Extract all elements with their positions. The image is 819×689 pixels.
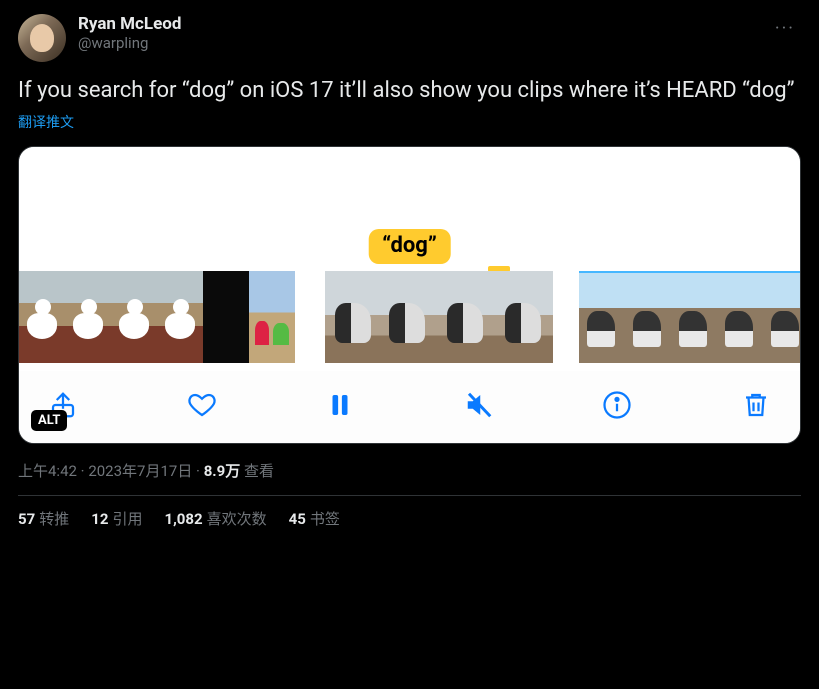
tweet-date[interactable]: 2023年7月17日 xyxy=(88,462,192,480)
author-names[interactable]: Ryan McLeod @warpling xyxy=(78,14,769,52)
clip-thumbnail[interactable] xyxy=(321,271,379,363)
divider xyxy=(18,495,801,496)
tweet-meta: 上午4:42 · 2023年7月17日 · 8.9万 查看 xyxy=(18,460,801,481)
heart-icon xyxy=(187,390,217,420)
like-button[interactable] xyxy=(184,387,220,423)
tweet-stats: 57转推 12引用 1,082喜欢次数 45书签 xyxy=(18,508,801,529)
clip-thumbnail[interactable] xyxy=(203,271,249,363)
clip-thumbnail[interactable] xyxy=(19,271,65,363)
clip-group[interactable] xyxy=(579,271,800,363)
avatar[interactable] xyxy=(18,14,66,62)
tweet-time[interactable]: 上午4:42 xyxy=(18,462,77,480)
clip-thumbnail[interactable] xyxy=(437,271,495,363)
mute-button[interactable] xyxy=(461,387,497,423)
quotes-stat[interactable]: 12引用 xyxy=(91,508,142,529)
clip-thumbnail[interactable] xyxy=(495,271,553,363)
clip-thumbnail[interactable] xyxy=(249,271,295,363)
handle: @warpling xyxy=(78,34,769,52)
translate-link[interactable]: 翻译推文 xyxy=(18,112,801,132)
clip-group[interactable] xyxy=(321,271,553,363)
pause-button[interactable] xyxy=(322,387,358,423)
alt-badge[interactable]: ALT xyxy=(31,410,67,431)
clip-thumbnail[interactable] xyxy=(157,271,203,363)
mute-icon xyxy=(464,390,494,420)
pause-icon xyxy=(325,390,355,420)
display-name: Ryan McLeod xyxy=(78,14,769,34)
views-count: 8.9万 xyxy=(204,462,241,480)
caption-area: “dog” xyxy=(19,229,800,271)
info-icon xyxy=(602,390,632,420)
clip-thumbnail[interactable] xyxy=(111,271,157,363)
more-button[interactable]: ··· xyxy=(769,14,801,43)
clip-thumbnail[interactable] xyxy=(65,271,111,363)
info-button[interactable] xyxy=(599,387,635,423)
media-card[interactable]: “dog” xyxy=(18,146,801,444)
caption-tag: “dog” xyxy=(368,229,451,264)
tweet-container: Ryan McLeod @warpling ··· If you search … xyxy=(0,0,819,541)
media-whitespace xyxy=(19,147,800,229)
clip-thumbnail[interactable] xyxy=(579,271,625,363)
clip-timeline[interactable] xyxy=(19,271,800,371)
views-label: 查看 xyxy=(240,462,274,480)
clip-thumbnail[interactable] xyxy=(625,271,671,363)
delete-button[interactable] xyxy=(738,387,774,423)
media-toolbar xyxy=(19,371,800,443)
retweets-stat[interactable]: 57转推 xyxy=(18,508,69,529)
bookmarks-stat[interactable]: 45书签 xyxy=(289,508,340,529)
trash-icon xyxy=(741,390,771,420)
likes-stat[interactable]: 1,082喜欢次数 xyxy=(164,508,266,529)
tweet-header: Ryan McLeod @warpling ··· xyxy=(18,14,801,62)
clip-group[interactable] xyxy=(19,271,295,363)
clip-thumbnail[interactable] xyxy=(763,271,800,363)
clip-thumbnail[interactable] xyxy=(717,271,763,363)
clip-thumbnail[interactable] xyxy=(379,271,437,363)
clip-thumbnail[interactable] xyxy=(671,271,717,363)
tweet-text: If you search for “dog” on iOS 17 it’ll … xyxy=(18,76,801,106)
